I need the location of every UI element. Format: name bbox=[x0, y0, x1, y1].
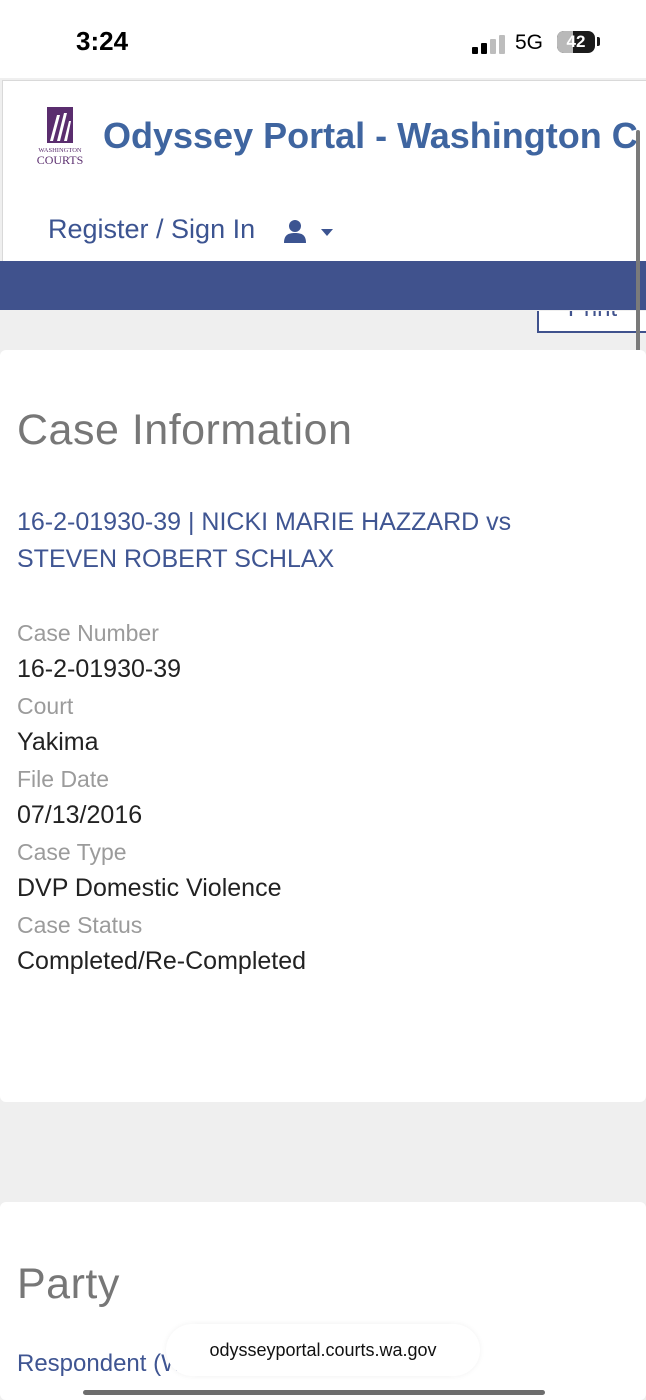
battery-nub bbox=[597, 37, 600, 46]
user-icon[interactable] bbox=[283, 219, 307, 243]
home-indicator[interactable] bbox=[83, 1390, 545, 1395]
case-information-title: Case Information bbox=[17, 406, 353, 454]
case-information-card: Case Information 16-2-01930-39 | NICKI M… bbox=[0, 350, 646, 1102]
case-number-value: 16-2-01930-39 bbox=[17, 655, 182, 683]
print-button-label: Print bbox=[539, 311, 646, 323]
print-button[interactable]: Print bbox=[537, 311, 646, 333]
network-type: 5G bbox=[515, 31, 544, 54]
case-status-value: Completed/Re-Completed bbox=[17, 947, 307, 975]
status-time: 3:24 bbox=[76, 26, 129, 56]
court-label: Court bbox=[17, 693, 74, 719]
party-title: Party bbox=[17, 1260, 120, 1308]
site-title[interactable]: Odyssey Portal - Washington C bbox=[103, 115, 638, 157]
caret-down-icon[interactable] bbox=[321, 229, 333, 237]
nav-bar bbox=[0, 261, 646, 310]
register-sign-in-link[interactable]: Register / Sign In bbox=[48, 214, 255, 245]
file-date-value: 07/13/2016 bbox=[17, 801, 143, 829]
battery-icon: 42 bbox=[557, 31, 595, 53]
washington-courts-logo[interactable]: WASHINGTON COURTS bbox=[29, 105, 91, 169]
battery-percent: 42 bbox=[566, 32, 586, 51]
site-header: WASHINGTON COURTS Odyssey Portal - Washi… bbox=[2, 80, 646, 261]
case-type-label: Case Type bbox=[17, 839, 127, 865]
case-heading-link[interactable]: 16-2-01930-39 | NICKI MARIE HAZZARD vs S… bbox=[17, 504, 577, 578]
court-value: Yakima bbox=[17, 728, 99, 756]
case-type-value: DVP Domestic Violence bbox=[17, 874, 282, 902]
case-number-label: Case Number bbox=[17, 620, 159, 646]
logo-text-bottom: COURTS bbox=[37, 153, 84, 167]
status-bar: 3:24 5G 42 bbox=[0, 0, 646, 78]
case-status-label: Case Status bbox=[17, 912, 143, 938]
file-date-label: File Date bbox=[17, 766, 110, 792]
scrollbar[interactable] bbox=[636, 130, 640, 386]
signal-icon bbox=[472, 34, 506, 54]
url-bar[interactable]: odysseyportal.courts.wa.gov bbox=[166, 1324, 480, 1376]
